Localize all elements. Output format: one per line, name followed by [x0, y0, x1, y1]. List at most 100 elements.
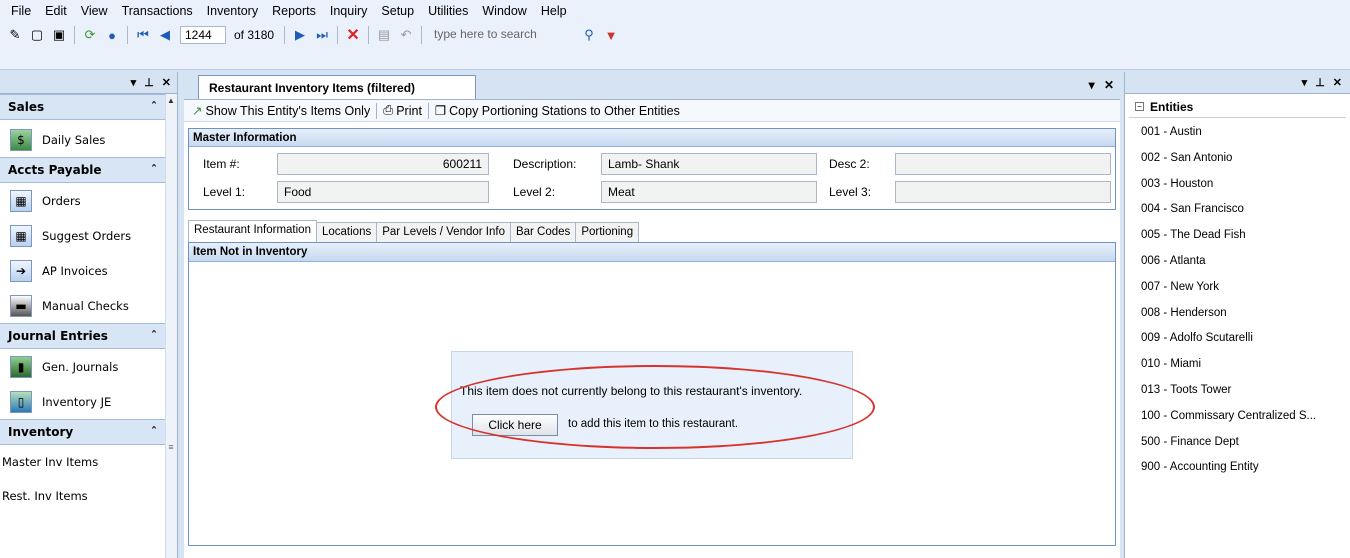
previous-record-icon[interactable]: ◀ [156, 26, 174, 44]
nav-item-label: Manual Checks [42, 298, 129, 313]
level2-field[interactable]: Meat [601, 181, 817, 203]
scroll-up-icon[interactable]: ▲ [165, 94, 177, 108]
document-controls: ▾ ✕ [1089, 78, 1114, 92]
entity-item[interactable]: 500 - Finance Dept [1125, 430, 1350, 456]
entity-item[interactable]: 008 - Henderson [1125, 301, 1350, 327]
post-icon[interactable]: ▤ [375, 26, 393, 44]
menu-reports[interactable]: Reports [265, 0, 323, 22]
pin-icon[interactable]: ⊥ [144, 76, 154, 89]
entity-item[interactable]: 009 - Adolfo Scutarelli [1125, 326, 1350, 352]
search-icon[interactable]: ⚲ [580, 26, 598, 44]
filter-icon[interactable]: ▼ [602, 26, 620, 44]
entity-item[interactable]: 100 - Commissary Centralized S... [1125, 404, 1350, 430]
navigation-scrollbar[interactable] [165, 94, 177, 558]
nav-item-gen-journals[interactable]: ▮ Gen. Journals [0, 349, 177, 384]
menu-setup[interactable]: Setup [374, 0, 421, 22]
menu-file[interactable]: File [4, 0, 38, 22]
arrow-icon: ↗ [192, 104, 203, 118]
dropdown-icon[interactable]: ▾ [131, 76, 137, 89]
pin-icon[interactable]: ⊥ [1315, 76, 1325, 89]
next-record-icon[interactable]: ▶ [291, 26, 309, 44]
close-icon[interactable]: ✕ [1104, 78, 1114, 92]
entity-item[interactable]: 006 - Atlanta [1125, 249, 1350, 275]
suggest-orders-icon: ▦ [10, 224, 32, 247]
menu-view[interactable]: View [74, 0, 115, 22]
entity-item[interactable]: 900 - Accounting Entity [1125, 455, 1350, 481]
desc2-label: Desc 2: [829, 157, 870, 171]
dropdown-icon[interactable]: ▾ [1089, 78, 1095, 92]
wand-icon[interactable]: ✎ [6, 26, 24, 44]
entity-item[interactable]: 001 - Austin [1125, 120, 1350, 146]
tab-bar-codes[interactable]: Bar Codes [509, 222, 577, 242]
nav-item-suggest-orders[interactable]: ▦ Suggest Orders [0, 218, 177, 253]
scroll-grip-icon[interactable]: ≡ [167, 442, 175, 452]
entity-item[interactable]: 013 - Toots Tower [1125, 378, 1350, 404]
entity-item[interactable]: 007 - New York [1125, 275, 1350, 301]
menu-inventory[interactable]: Inventory [200, 0, 265, 22]
close-icon[interactable]: ✕ [1333, 76, 1342, 89]
level1-field[interactable]: Food [277, 181, 489, 203]
item-number-field[interactable]: 600211 [277, 153, 489, 175]
nav-item-ap-invoices[interactable]: ➔ AP Invoices [0, 253, 177, 288]
nav-group-inventory[interactable]: Inventory ˆ [0, 419, 165, 445]
nav-item-label: Orders [42, 193, 81, 208]
close-icon[interactable]: ✕ [162, 76, 171, 89]
entities-tree-root[interactable]: − Entities [1129, 96, 1346, 118]
menu-inquiry[interactable]: Inquiry [323, 0, 375, 22]
help-icon[interactable]: ● [103, 26, 121, 44]
nav-item-label: Suggest Orders [42, 228, 132, 243]
menu-edit[interactable]: Edit [38, 0, 74, 22]
entity-item[interactable]: 004 - San Francisco [1125, 197, 1350, 223]
search-input[interactable]: type here to search [430, 26, 570, 44]
collapse-chevron-icon[interactable]: ˆ [151, 100, 157, 114]
nav-item-rest-inv-items[interactable]: Rest. Inv Items [0, 479, 177, 513]
nav-item-orders[interactable]: ▦ Orders [0, 183, 177, 218]
copy-stations-button[interactable]: ❐ Copy Portioning Stations to Other Enti… [431, 103, 684, 119]
collapse-chevron-icon[interactable]: ˆ [151, 425, 157, 439]
journal-icon: ▮ [10, 355, 32, 378]
level3-label: Level 3: [829, 185, 872, 199]
delete-icon[interactable]: ✕ [344, 26, 362, 44]
document-tab[interactable]: Restaurant Inventory Items (filtered) [198, 75, 476, 99]
entity-item[interactable]: 010 - Miami [1125, 352, 1350, 378]
undo-icon[interactable]: ↶ [397, 26, 415, 44]
print-label: Print [396, 103, 422, 118]
entity-item[interactable]: 005 - The Dead Fish [1125, 223, 1350, 249]
tab-portioning[interactable]: Portioning [575, 222, 640, 242]
description-field[interactable]: Lamb- Shank [601, 153, 817, 175]
desc2-field[interactable] [895, 153, 1111, 175]
level3-field[interactable] [895, 181, 1111, 203]
menu-window[interactable]: Window [475, 0, 533, 22]
first-record-icon[interactable]: ⏮ [134, 26, 152, 44]
last-record-icon[interactable]: ⏭ [313, 26, 331, 44]
add-to-restaurant-button[interactable]: Click here [472, 414, 558, 436]
tab-par-levels[interactable]: Par Levels / Vendor Info [376, 222, 511, 242]
dropdown-icon[interactable]: ▾ [1302, 76, 1308, 89]
nav-group-sales[interactable]: Sales ˆ [0, 94, 165, 120]
show-entity-items-label: Show This Entity's Items Only [205, 103, 371, 118]
menu-utilities[interactable]: Utilities [421, 0, 475, 22]
collapse-icon[interactable]: − [1135, 102, 1144, 111]
entity-item[interactable]: 003 - Houston [1125, 172, 1350, 198]
collapse-chevron-icon[interactable]: ˆ [151, 163, 157, 177]
nav-item-daily-sales[interactable]: $ Daily Sales [0, 122, 177, 157]
nav-group-label: Sales [8, 100, 45, 114]
collapse-chevron-icon[interactable]: ˆ [151, 329, 157, 343]
refresh-icon[interactable]: ⟳ [81, 26, 99, 44]
show-entity-items-button[interactable]: ↗ Show This Entity's Items Only [188, 103, 374, 119]
nav-item-inventory-je[interactable]: ▯ Inventory JE [0, 384, 177, 419]
new-record-icon[interactable]: ▢ [28, 26, 46, 44]
record-number-field[interactable]: 1244 [180, 26, 226, 44]
menu-help[interactable]: Help [534, 0, 574, 22]
nav-item-manual-checks[interactable]: ▬ Manual Checks [0, 288, 177, 323]
nav-group-journal-entries[interactable]: Journal Entries ˆ [0, 323, 165, 349]
tab-locations[interactable]: Locations [315, 222, 378, 242]
menu-transactions[interactable]: Transactions [115, 0, 200, 22]
tab-restaurant-information[interactable]: Restaurant Information [188, 220, 317, 242]
print-button[interactable]: ⎙ Print [379, 103, 426, 118]
nav-item-master-inv-items[interactable]: Master Inv Items [0, 445, 177, 479]
entity-item[interactable]: 002 - San Antonio [1125, 146, 1350, 172]
master-row-1: Item #: 600211 Description: Lamb- Shank … [189, 150, 1115, 178]
nav-group-accts-payable[interactable]: Accts Payable ˆ [0, 157, 165, 183]
save-icon[interactable]: ▣ [50, 26, 68, 44]
